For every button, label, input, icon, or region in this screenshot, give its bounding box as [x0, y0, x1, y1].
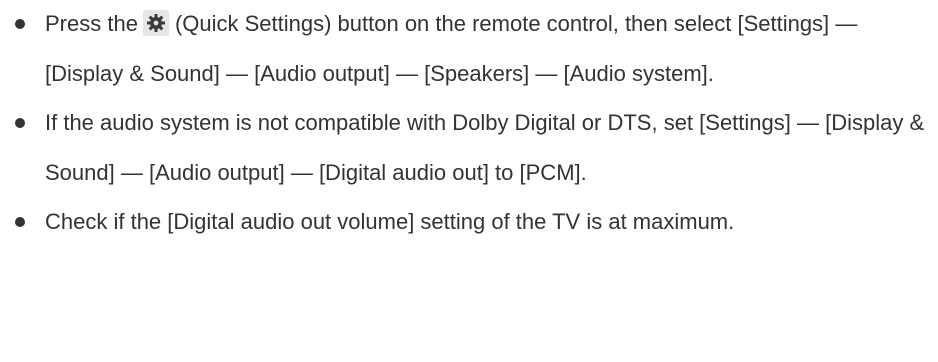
- list-item: Check if the [Digital audio out volume] …: [0, 197, 938, 247]
- item-text-before-icon: Press the: [45, 11, 138, 36]
- bullet-dot: [15, 19, 25, 29]
- bullet-dot: [15, 118, 25, 128]
- list-item: If the audio system is not compatible wi…: [0, 98, 938, 197]
- bullet-dot: [15, 217, 25, 227]
- instruction-list: Press the (Quick Settings) button on the…: [0, 0, 938, 247]
- gear-icon: [142, 10, 169, 36]
- item-text: If the audio system is not compatible wi…: [45, 110, 925, 185]
- item-text: Check if the [Digital audio out volume] …: [45, 209, 735, 234]
- list-item: Press the (Quick Settings) button on the…: [0, 0, 938, 98]
